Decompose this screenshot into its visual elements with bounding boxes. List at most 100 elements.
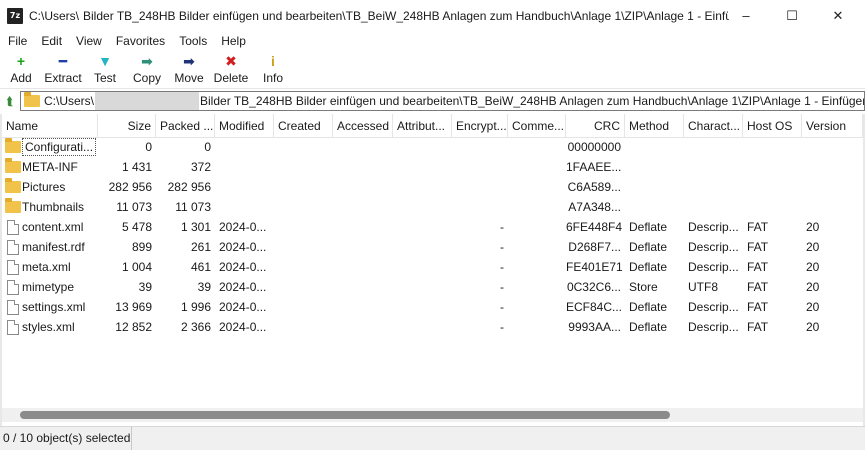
test-button[interactable]: ▼ Test <box>84 51 126 89</box>
file-version <box>802 157 863 177</box>
column-header-version[interactable]: Version <box>802 114 863 138</box>
file-characteristics <box>684 197 743 217</box>
file-name: META-INF <box>2 157 98 177</box>
column-header-created[interactable]: Created <box>274 114 333 138</box>
table-row[interactable]: settings.xml 13 969 1 996 2024-0... - ECF84C.… <box>2 297 863 317</box>
file-list[interactable]: Name Size Packed ... Modified Created Ac… <box>2 114 863 408</box>
add-button[interactable]: + Add <box>0 51 42 89</box>
menu-help[interactable]: Help <box>214 31 253 51</box>
table-row[interactable]: Pictures 282 956 282 956 C6A589... <box>2 177 863 197</box>
title-bar: 7z C:\Users\ Bilder TB_248HB Bilder einf… <box>0 0 865 31</box>
folder-icon <box>5 158 21 173</box>
file-version: 20 <box>806 320 820 334</box>
column-header-host-os[interactable]: Host OS <box>743 114 802 138</box>
close-button[interactable]: ✕ <box>815 0 861 31</box>
horizontal-scrollbar[interactable] <box>2 408 863 422</box>
file-crc: 9993AA... <box>568 320 621 334</box>
column-header-method[interactable]: Method <box>625 114 684 138</box>
file-packed-size: 0 <box>204 140 211 154</box>
table-row[interactable]: content.xml 5 478 1 301 2024-0... - 6FE448F4 D… <box>2 217 863 237</box>
column-header-size[interactable]: Size <box>98 114 156 138</box>
selection-status: 0 / 10 object(s) selected <box>0 427 132 450</box>
file-size: 39 <box>138 280 152 294</box>
column-header-accessed[interactable]: Accessed <box>333 114 393 138</box>
test-icon: ▼ <box>98 53 112 69</box>
file-name-text: meta.xml <box>22 260 71 274</box>
table-row[interactable]: META-INF 1 431 372 1FAAEE... <box>2 157 863 177</box>
table-row[interactable]: Thumbnails 11 073 11 073 A7A348... <box>2 197 863 217</box>
file-modified <box>215 197 274 217</box>
file-crc: 00000000 <box>567 140 621 154</box>
column-header-comment[interactable]: Comme... <box>508 114 566 138</box>
table-row[interactable]: manifest.rdf 899 261 2024-0... - D268F7... Def… <box>2 237 863 257</box>
file-encrypted: - <box>500 300 504 314</box>
table-row[interactable]: meta.xml 1 004 461 2024-0... - FE401E71 Deflat… <box>2 257 863 277</box>
status-bar: 0 / 10 object(s) selected <box>0 426 865 450</box>
file-characteristics <box>684 137 743 157</box>
file-name-text: Configurati... <box>22 138 97 156</box>
file-host-os <box>743 137 802 157</box>
file-modified: 2024-0... <box>219 220 267 234</box>
file-name: manifest.rdf <box>2 237 98 257</box>
column-header-modified[interactable]: Modified <box>215 114 274 138</box>
file-name: Pictures <box>2 177 98 197</box>
file-crc: 0C32C6... <box>566 280 621 294</box>
file-encrypted: - <box>500 260 504 274</box>
column-header-packed[interactable]: Packed ... <box>156 114 215 138</box>
file-characteristics <box>684 177 743 197</box>
menu-favorites[interactable]: Favorites <box>109 31 172 51</box>
file-modified: 2024-0... <box>219 240 267 254</box>
scrollbar-thumb[interactable] <box>20 411 670 419</box>
file-characteristics: UTF8 <box>688 280 718 294</box>
file-encrypted <box>452 197 508 217</box>
file-encrypted: - <box>500 280 504 294</box>
column-header-attributes[interactable]: Attribut... <box>393 114 452 138</box>
file-host-os: FAT <box>747 220 769 234</box>
column-header-name[interactable]: Name <box>2 114 98 138</box>
file-name-text: styles.xml <box>22 320 75 334</box>
column-header-encrypted[interactable]: Encrypt... <box>452 114 508 138</box>
file-host-os: FAT <box>747 260 769 274</box>
info-button[interactable]: i Info <box>252 51 294 89</box>
file-name: settings.xml <box>2 297 98 317</box>
folder-icon <box>5 178 21 193</box>
file-encrypted: - <box>500 320 504 334</box>
delete-button[interactable]: ✖ Delete <box>210 51 252 89</box>
file-size: 11 073 <box>116 200 152 214</box>
delete-label: Delete <box>213 71 249 85</box>
column-header-crc[interactable]: CRC <box>566 114 625 138</box>
file-method <box>625 197 684 217</box>
maximize-button[interactable]: ☐ <box>769 0 815 31</box>
file-name: Configurati... <box>2 137 98 157</box>
menu-tools[interactable]: Tools <box>172 31 214 51</box>
extract-label: Extract <box>44 71 82 85</box>
folder-icon <box>5 138 21 153</box>
file-characteristics: Descrip... <box>688 260 739 274</box>
move-arrow-icon: ➡ <box>183 53 195 69</box>
column-header-row: Name Size Packed ... Modified Created Ac… <box>2 114 863 138</box>
extract-button[interactable]: ━ Extract <box>42 51 84 89</box>
file-encrypted <box>452 137 508 157</box>
up-folder-icon[interactable]: ⮬ <box>2 93 18 109</box>
file-host-os: FAT <box>747 240 769 254</box>
table-row[interactable]: styles.xml 12 852 2 366 2024-0... - 9993AA...… <box>2 317 863 337</box>
delete-x-icon: ✖ <box>225 53 237 69</box>
column-header-characteristics[interactable]: Charact... <box>684 114 743 138</box>
copy-button[interactable]: ➡ Copy <box>126 51 168 89</box>
move-button[interactable]: ➡ Move <box>168 51 210 89</box>
table-row[interactable]: mimetype 39 39 2024-0... - 0C32C6... Store UTF8… <box>2 277 863 297</box>
file-size: 1 004 <box>121 260 152 274</box>
menu-file[interactable]: File <box>0 31 34 51</box>
file-modified <box>215 157 274 177</box>
table-row[interactable]: Configurati... 0 0 00000000 <box>2 137 863 157</box>
file-method: Store <box>629 280 658 294</box>
menu-edit[interactable]: Edit <box>34 31 69 51</box>
file-size: 13 969 <box>115 300 152 314</box>
file-name: content.xml <box>2 217 98 237</box>
file-version: 20 <box>806 260 820 274</box>
menu-view[interactable]: View <box>69 31 109 51</box>
file-version: 20 <box>806 240 820 254</box>
7zip-app-icon[interactable]: 7z <box>7 7 23 24</box>
path-input[interactable]: C:\Users\ Bilder TB_248HB Bilder einfüge… <box>20 91 865 111</box>
minimize-button[interactable]: – <box>723 0 769 31</box>
